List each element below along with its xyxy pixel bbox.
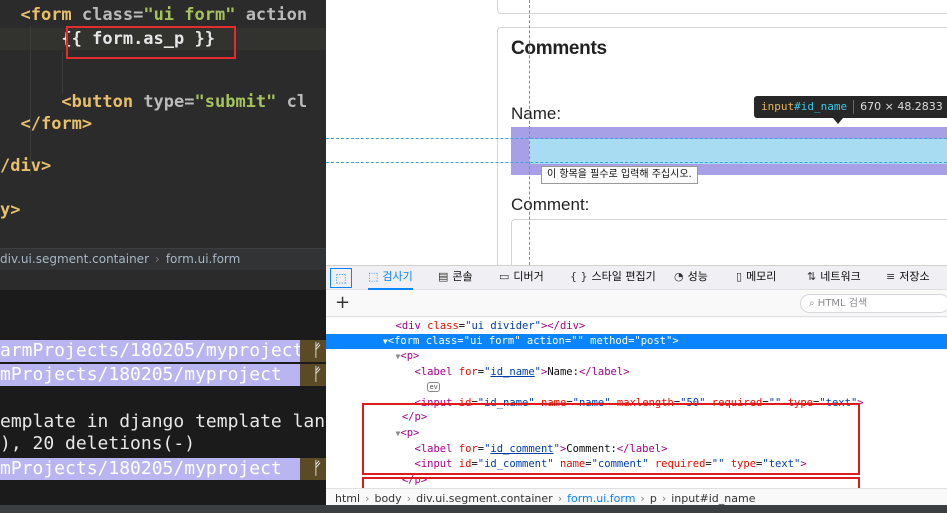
name-input[interactable] bbox=[529, 139, 947, 164]
tab-network[interactable]: ⇅ 네트워크 bbox=[807, 266, 861, 290]
devtools-tabbar: ⬚ ⬚ 검사기 ▤ 콘솔 ▭ 디버거 { } 스타일 편집기 ◔ 성능 ▯ 메모리 ⇅ 네트워… bbox=[326, 266, 947, 290]
terminal-output-line: emplate in django template lang bbox=[0, 411, 326, 432]
search-icon: ⌕ bbox=[809, 298, 815, 309]
element-picker-icon[interactable]: ⬚ bbox=[330, 268, 352, 288]
breadcrumb-separator: › bbox=[155, 252, 160, 266]
console-icon: ▤ bbox=[438, 270, 449, 283]
segment-container bbox=[497, 0, 947, 14]
inspector-tooltip: input#id_name 670 × 48.2833 bbox=[754, 96, 947, 118]
breadcrumb-item[interactable]: p bbox=[650, 492, 657, 505]
validation-message: 이 항목을 필수로 입력해 주십시오. bbox=[541, 166, 698, 184]
tooltip-arrow bbox=[833, 118, 843, 124]
terminal-prompt-path: mProjects/180205/myproject bbox=[0, 458, 320, 480]
code-line: </form> bbox=[20, 114, 93, 134]
tab-debugger[interactable]: ▭ 디버거 bbox=[499, 266, 544, 290]
editor-breadcrumb: div.ui.segment.container › form.ui.form bbox=[0, 248, 326, 270]
git-branch-icon: ᚠ bbox=[300, 364, 326, 386]
tree-node[interactable]: <div class="ui divider"></div> bbox=[326, 319, 947, 334]
git-branch-icon: ᚠ bbox=[300, 340, 326, 362]
name-label: Name: bbox=[511, 104, 562, 123]
tab-performance[interactable]: ◔ 성능 bbox=[674, 266, 708, 290]
terminal[interactable]: armProjects/180205/myproject ᚠ mProjects… bbox=[0, 290, 326, 505]
terminal-output-line: ), 20 deletions(-) bbox=[0, 433, 196, 454]
tab-inspector[interactable]: ⬚ 검사기 bbox=[368, 266, 413, 290]
code-line: <button type="submit" cl bbox=[61, 92, 308, 112]
breadcrumb-item[interactable]: input#id_name bbox=[671, 492, 755, 505]
comment-label: Comment: bbox=[511, 195, 590, 214]
editor-pane: <form class="ui form" action {{ form.as_… bbox=[0, 0, 326, 513]
breadcrumb-item[interactable]: div.ui.segment.container bbox=[0, 249, 149, 270]
style-editor-icon: { } bbox=[570, 270, 588, 283]
debugger-icon: ▭ bbox=[499, 270, 510, 283]
tree-node[interactable]: ▼<p> bbox=[326, 349, 947, 364]
comment-input[interactable] bbox=[511, 219, 947, 265]
inspector-icon: ⬚ bbox=[368, 270, 379, 283]
annotation-highlight-box bbox=[66, 26, 236, 59]
status-bar bbox=[326, 505, 947, 513]
code-editor[interactable]: <form class="ui form" action {{ form.as_… bbox=[0, 0, 326, 248]
memory-icon: ▯ bbox=[736, 270, 743, 283]
inspector-guide-vertical bbox=[529, 0, 530, 265]
breadcrumb-item[interactable]: html bbox=[335, 492, 360, 505]
tree-node-selected[interactable]: ▼<form class="ui form" action="" method=… bbox=[326, 334, 947, 349]
annotation-highlight-box bbox=[362, 403, 860, 475]
indent-guide bbox=[62, 52, 63, 94]
inspector-guide-horizontal bbox=[326, 138, 947, 139]
html-search-input[interactable]: ⌕ HTML 검색 bbox=[800, 294, 947, 313]
breadcrumb-item[interactable]: body bbox=[374, 492, 401, 505]
devtools-panel: ⬚ ⬚ 검사기 ▤ 콘솔 ▭ 디버거 { } 스타일 편집기 ◔ 성능 ▯ 메모리 ⇅ 네트워… bbox=[326, 265, 947, 513]
breadcrumb-item[interactable]: div.ui.segment.container bbox=[416, 492, 553, 505]
tab-style-editor[interactable]: { } 스타일 편집기 bbox=[570, 266, 656, 290]
code-line: /div> bbox=[0, 156, 52, 176]
git-branch-icon: ᚠ bbox=[300, 458, 326, 480]
section-title: Comments bbox=[511, 38, 607, 59]
browser-pane: Comments Name: Comment: input#id_name 670… bbox=[326, 0, 947, 513]
add-node-icon[interactable]: + bbox=[335, 292, 350, 313]
network-icon: ⇅ bbox=[807, 270, 817, 283]
breadcrumb-item[interactable]: form.ui.form bbox=[166, 249, 241, 270]
tree-node[interactable]: ev bbox=[326, 380, 947, 395]
tab-storage[interactable]: ≡ 저장소 bbox=[886, 266, 930, 290]
tab-memory[interactable]: ▯ 메모리 bbox=[736, 266, 776, 290]
terminal-prompt-path: mProjects/180205/myproject bbox=[0, 364, 320, 386]
event-badge-icon[interactable]: ev bbox=[427, 382, 441, 392]
tool-window-bar bbox=[0, 505, 326, 513]
terminal-prompt-path: armProjects/180205/myproject bbox=[0, 340, 320, 362]
performance-icon: ◔ bbox=[674, 270, 684, 283]
tree-node[interactable]: <label for="id_name">Name:</label> bbox=[326, 365, 947, 380]
storage-icon: ≡ bbox=[886, 270, 896, 283]
web-page: Comments Name: Comment: input#id_name 670… bbox=[326, 0, 947, 265]
code-line: y> bbox=[0, 200, 21, 220]
inspector-toolbar: + ⌕ HTML 검색 bbox=[326, 291, 947, 317]
breadcrumb-item[interactable]: form.ui.form bbox=[567, 492, 635, 505]
inspector-guide-horizontal bbox=[326, 162, 947, 163]
tab-console[interactable]: ▤ 콘솔 bbox=[438, 266, 473, 290]
markup-tree[interactable]: <div class="ui divider"></div> ▼<form cl… bbox=[326, 318, 947, 513]
code-line: <form class="ui form" action bbox=[20, 5, 308, 25]
